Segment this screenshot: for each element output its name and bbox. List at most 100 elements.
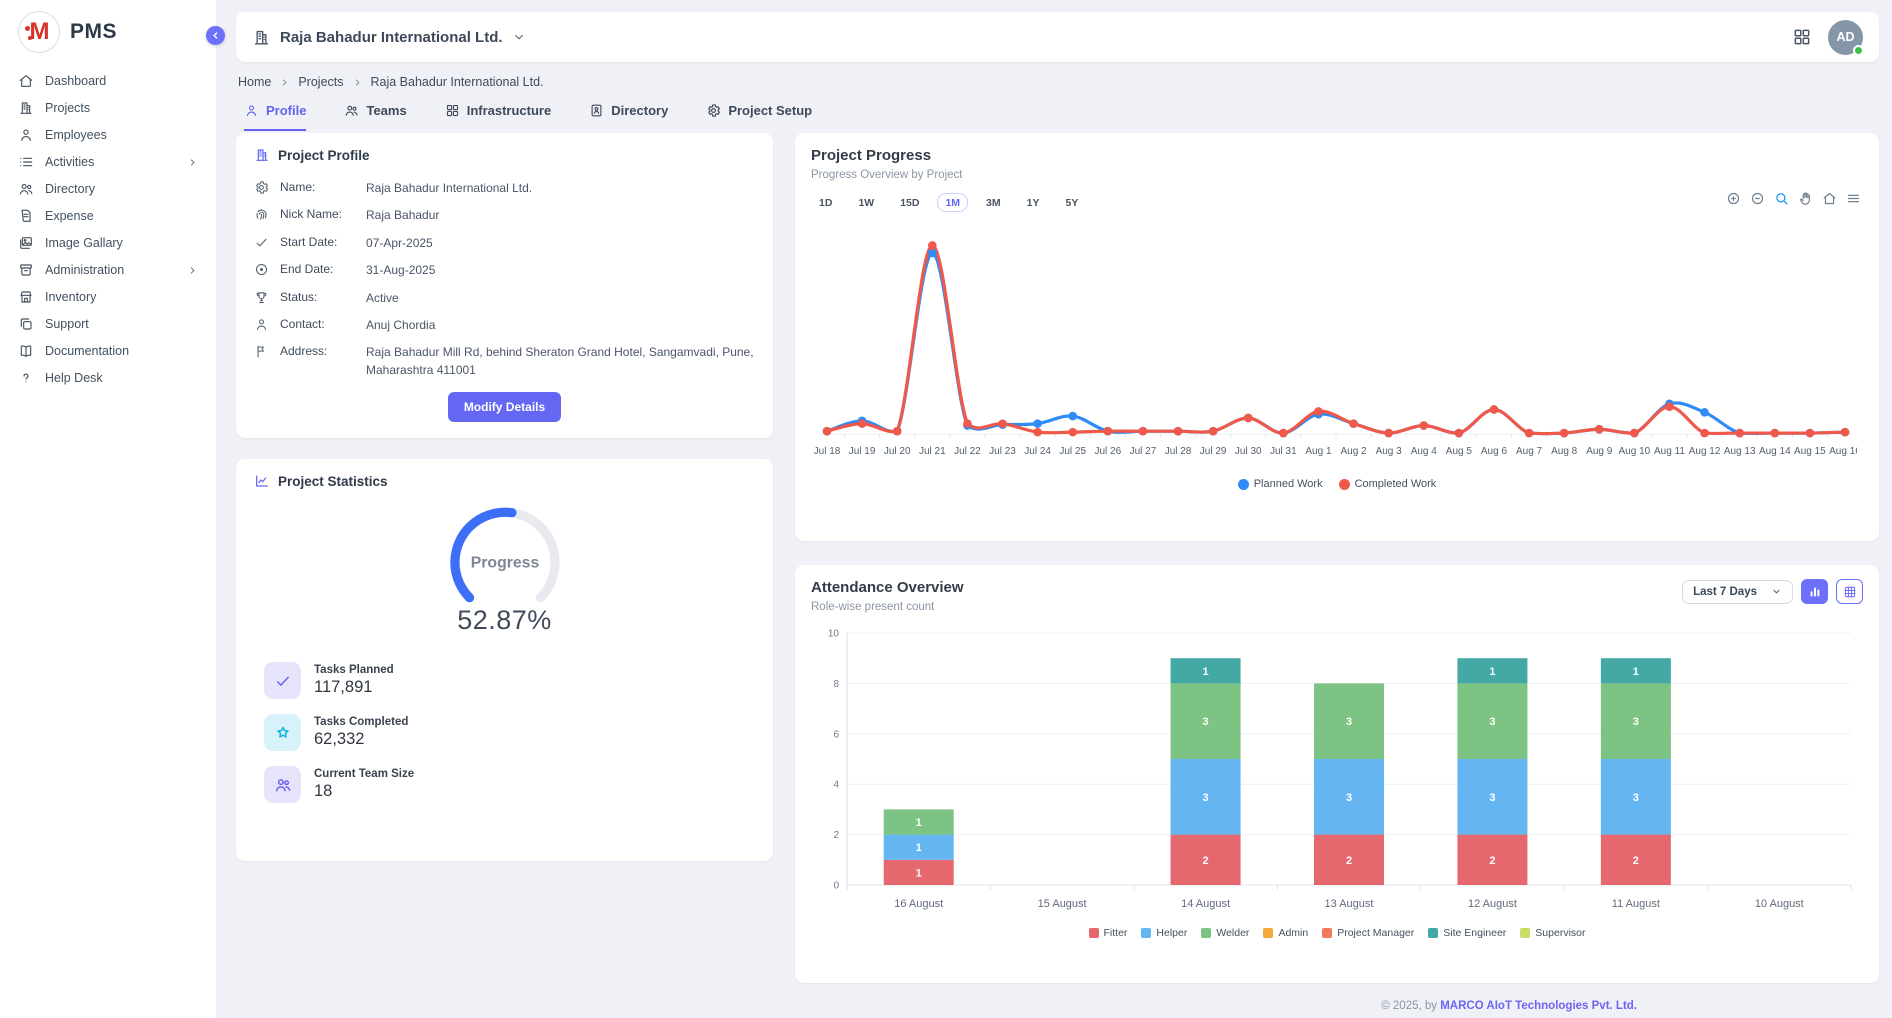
building-icon	[254, 147, 270, 163]
sidebar-item-label: Help Desk	[45, 371, 103, 385]
apps-grid-button[interactable]	[1792, 27, 1812, 47]
svg-text:1: 1	[1203, 666, 1209, 678]
sidebar-item-image-gallary[interactable]: Image Gallary	[8, 230, 208, 256]
legend-fitter[interactable]: Fitter	[1089, 927, 1128, 939]
svg-text:8: 8	[833, 679, 839, 690]
legend-welder[interactable]: Welder	[1201, 927, 1249, 939]
tab-teams[interactable]: Teams	[344, 103, 406, 131]
svg-text:Aug 2: Aug 2	[1340, 446, 1367, 457]
attendance-chart[interactable]: 024681011116 August15 August233114 Augus…	[811, 625, 1857, 925]
svg-text:2: 2	[833, 830, 839, 841]
legend-supervisor[interactable]: Supervisor	[1520, 927, 1585, 939]
sidebar-item-support[interactable]: Support	[8, 311, 208, 337]
date-range-select[interactable]: Last 7 Days	[1682, 580, 1793, 604]
sidebar-item-documentation[interactable]: Documentation	[8, 338, 208, 364]
breadcrumb-item-raja-bahadur-international-ltd: Raja Bahadur International Ltd.	[371, 75, 544, 89]
sidebar-item-label: Directory	[45, 182, 95, 196]
chart-line-icon	[254, 473, 270, 489]
person-icon	[18, 127, 34, 143]
sidebar-item-inventory[interactable]: Inventory	[8, 284, 208, 310]
svg-text:0: 0	[833, 881, 839, 892]
svg-text:Jul 30: Jul 30	[1235, 446, 1262, 457]
table-view-toggle[interactable]	[1836, 579, 1863, 604]
svg-text:3: 3	[1203, 716, 1209, 728]
svg-text:16 August: 16 August	[894, 898, 943, 910]
company-name: Raja Bahadur International Ltd.	[280, 29, 503, 46]
svg-text:1: 1	[1633, 666, 1639, 678]
chevron-right-icon	[187, 157, 198, 168]
project-statistics-title: Project Statistics	[254, 473, 755, 489]
sidebar-item-projects[interactable]: Projects	[8, 95, 208, 121]
tab-profile[interactable]: Profile	[244, 103, 306, 131]
person-icon	[244, 103, 259, 118]
sidebar-item-help-desk[interactable]: Help Desk	[8, 365, 208, 391]
range-button-1d[interactable]: 1D	[811, 193, 840, 212]
copy-icon	[18, 316, 34, 332]
legend-helper[interactable]: Helper	[1141, 927, 1187, 939]
svg-text:3: 3	[1489, 716, 1495, 728]
sidebar: M PMS Dashboard Projects EmployeesActiviti…	[0, 0, 216, 1018]
range-button-15d[interactable]: 15D	[892, 193, 927, 212]
legend-admin[interactable]: Admin	[1263, 927, 1308, 939]
range-button-1m[interactable]: 1M	[937, 193, 968, 212]
footer-company-link[interactable]: MARCO AIoT Technologies Pvt. Ltd.	[1440, 1000, 1637, 1012]
svg-text:Aug 10: Aug 10	[1619, 446, 1651, 457]
home-small-tool[interactable]	[1822, 191, 1837, 206]
bar-view-toggle[interactable]	[1801, 579, 1828, 604]
breadcrumb-item-home[interactable]: Home	[238, 75, 271, 89]
sidebar-item-administration[interactable]: Administration	[8, 257, 208, 283]
zoom-in-tool[interactable]	[1726, 191, 1741, 206]
sidebar-item-label: Projects	[45, 101, 90, 115]
magnifier-tool[interactable]	[1774, 191, 1789, 206]
avatar[interactable]: AD	[1828, 20, 1863, 55]
breadcrumb-item-projects[interactable]: Projects	[298, 75, 343, 89]
gauge-percent: 52.87%	[457, 605, 552, 636]
menu-tool[interactable]	[1846, 191, 1861, 206]
svg-text:Jul 25: Jul 25	[1059, 446, 1086, 457]
svg-text:Aug 3: Aug 3	[1376, 446, 1403, 457]
chart-toolbar	[1726, 191, 1861, 206]
range-button-1w[interactable]: 1W	[850, 193, 882, 212]
svg-text:Jul 27: Jul 27	[1130, 446, 1157, 457]
legend-site-engineer[interactable]: Site Engineer	[1428, 927, 1506, 939]
svg-text:2: 2	[1346, 855, 1352, 867]
project-progress-chart[interactable]: Jul 18Jul 19Jul 20Jul 21Jul 22Jul 23Jul …	[811, 222, 1857, 474]
company-selector[interactable]: Raja Bahadur International Ltd.	[252, 28, 526, 47]
main-area: Raja Bahadur International Ltd. AD Home P…	[216, 0, 1892, 1018]
sidebar-item-label: Administration	[45, 263, 124, 277]
sidebar-item-employees[interactable]: Employees	[8, 122, 208, 148]
tab-project-setup[interactable]: Project Setup	[706, 103, 812, 131]
range-button-1y[interactable]: 1Y	[1019, 193, 1048, 212]
sidebar-item-activities[interactable]: Activities	[8, 149, 208, 175]
footer: © 2025, by MARCO AIoT Technologies Pvt. …	[1381, 1000, 1637, 1012]
legend-project-manager[interactable]: Project Manager	[1322, 927, 1414, 939]
check-icon	[254, 235, 269, 250]
hand-tool[interactable]	[1798, 191, 1813, 206]
svg-text:Aug 14: Aug 14	[1759, 446, 1791, 457]
tab-directory[interactable]: Directory	[589, 103, 668, 131]
sidebar-item-directory[interactable]: Directory	[8, 176, 208, 202]
svg-text:1: 1	[916, 817, 922, 829]
chevron-right-icon	[352, 77, 363, 88]
online-status-dot	[1853, 45, 1864, 56]
tab-infrastructure[interactable]: Infrastructure	[445, 103, 552, 131]
zoom-out-tool[interactable]	[1750, 191, 1765, 206]
svg-text:Aug 7: Aug 7	[1516, 446, 1543, 457]
svg-text:Jul 24: Jul 24	[1024, 446, 1051, 457]
logo: M PMS	[0, 0, 216, 63]
sidebar-collapse-button[interactable]	[206, 26, 225, 45]
store-icon	[18, 289, 34, 305]
legend-completed-work[interactable]: Completed Work	[1339, 478, 1437, 490]
sidebar-item-dashboard[interactable]: Dashboard	[8, 68, 208, 94]
receipt-icon	[18, 208, 34, 224]
svg-text:1: 1	[1489, 666, 1495, 678]
modify-details-button[interactable]: Modify Details	[448, 392, 561, 422]
sidebar-item-label: Expense	[45, 209, 94, 223]
range-button-3m[interactable]: 3M	[978, 193, 1009, 212]
gear-icon	[254, 180, 269, 195]
range-button-5y[interactable]: 5Y	[1057, 193, 1086, 212]
fingerprint-icon	[254, 207, 269, 222]
sidebar-item-expense[interactable]: Expense	[8, 203, 208, 229]
svg-text:Aug 5: Aug 5	[1446, 446, 1473, 457]
legend-planned-work[interactable]: Planned Work	[1238, 478, 1323, 490]
